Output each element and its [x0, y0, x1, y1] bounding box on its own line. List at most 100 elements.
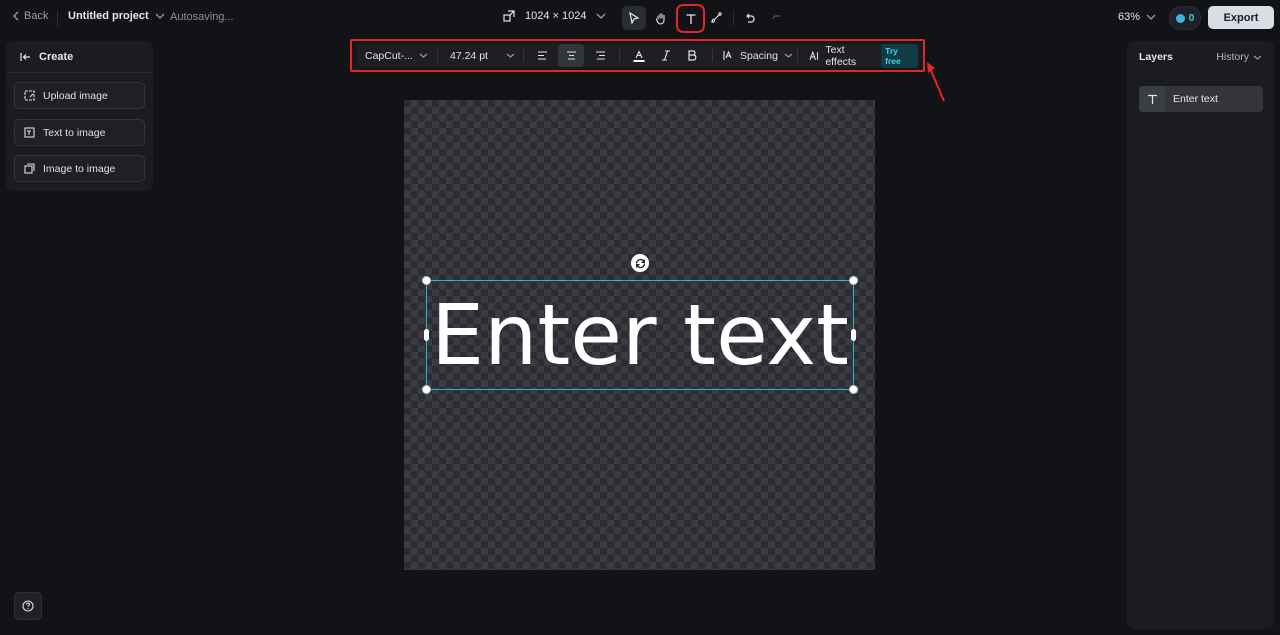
text-effects-label: Text effects — [825, 43, 857, 68]
hand-icon — [655, 12, 665, 25]
text-icon — [686, 13, 695, 24]
align-left-icon — [537, 51, 547, 60]
divider — [619, 49, 620, 62]
text-tool-button[interactable] — [676, 4, 705, 33]
resize-handle-right[interactable] — [851, 329, 856, 341]
redo-icon — [772, 15, 780, 20]
upload-image-icon — [24, 90, 35, 101]
canvas-size: 1024 × 1024 — [525, 10, 587, 22]
resize-handle-left[interactable] — [424, 329, 429, 341]
chevron-down-icon — [1146, 14, 1156, 20]
align-center-icon — [566, 51, 576, 60]
font-size-value: 47.24 pt — [450, 49, 488, 62]
text-toolbar-body: CapCut-... 47.24 pt Spacing Text effects… — [357, 43, 918, 68]
align-center-button[interactable] — [558, 44, 584, 67]
resize-handle-top-left[interactable] — [422, 276, 431, 285]
brush-icon — [711, 12, 722, 23]
credits-badge[interactable]: 0 — [1169, 6, 1201, 30]
annotation-arrow-icon — [927, 62, 945, 102]
back-button[interactable]: Back — [12, 10, 48, 22]
text-to-image-button[interactable]: Text to image — [14, 119, 145, 146]
redo-button[interactable] — [765, 6, 789, 30]
rotate-handle[interactable] — [631, 254, 649, 272]
text-layer-icon — [1139, 86, 1165, 112]
help-icon — [22, 600, 34, 612]
bold-icon — [688, 50, 697, 61]
create-panel-title: Create — [39, 50, 74, 63]
chevron-down-icon — [597, 13, 606, 19]
text-to-image-label: Text to image — [43, 126, 106, 139]
align-right-button[interactable] — [587, 44, 613, 67]
align-right-icon — [595, 51, 605, 60]
upload-image-button[interactable]: Upload image — [14, 82, 145, 109]
divider — [797, 49, 798, 62]
chevron-down-icon — [155, 13, 165, 19]
tab-history-label: History — [1216, 51, 1249, 63]
spacing-label: Spacing — [740, 49, 778, 62]
credits-count: 0 — [1188, 12, 1195, 24]
text-to-image-icon — [24, 127, 35, 138]
canvas-text-layer[interactable]: Enter text — [426, 282, 854, 388]
draw-tool-button[interactable] — [704, 6, 728, 30]
image-to-image-button[interactable]: Image to image — [14, 155, 145, 182]
upload-image-label: Upload image — [43, 89, 108, 102]
top-bar: Back Untitled project Autosaving... 1024… — [0, 0, 1280, 36]
canvas-size-dropdown[interactable]: 1024 × 1024 — [503, 10, 606, 22]
image-to-image-label: Image to image — [43, 162, 116, 175]
font-family-dropdown[interactable]: CapCut-... — [365, 44, 428, 67]
divider — [57, 10, 58, 26]
align-left-button[interactable] — [529, 44, 555, 67]
image-to-image-icon — [24, 163, 35, 174]
resize-icon — [503, 10, 515, 22]
export-button[interactable]: Export — [1208, 6, 1274, 29]
text-formatting-toolbar: CapCut-... 47.24 pt Spacing Text effects… — [350, 39, 925, 72]
spacing-icon — [723, 50, 732, 60]
zoom-level: 63% — [1118, 11, 1141, 23]
undo-button[interactable] — [738, 6, 762, 30]
resize-handle-bottom-right[interactable] — [849, 385, 858, 394]
ai-text-icon — [809, 50, 818, 60]
font-size-dropdown[interactable]: 47.24 pt — [450, 44, 515, 67]
divider — [523, 49, 524, 62]
layers-panel-header: Layers History — [1127, 41, 1274, 73]
layer-item[interactable]: Enter text — [1139, 86, 1263, 112]
italic-button[interactable] — [653, 44, 679, 67]
tab-history[interactable]: History — [1216, 51, 1262, 63]
layer-label: Enter text — [1173, 93, 1218, 105]
project-title: Untitled project — [68, 10, 149, 22]
spacing-dropdown[interactable]: Spacing — [723, 44, 793, 67]
text-effects-button[interactable]: Text effects Try free — [809, 43, 918, 68]
back-label: Back — [24, 10, 49, 22]
help-button[interactable] — [14, 592, 42, 620]
arrow-left-icon — [20, 52, 30, 61]
italic-icon — [662, 50, 670, 61]
chevron-left-icon — [13, 11, 19, 21]
create-panel-header[interactable]: Create — [6, 41, 153, 73]
chevron-down-icon — [506, 53, 515, 58]
chevron-down-icon — [784, 53, 793, 58]
cursor-icon — [629, 12, 640, 24]
divider — [437, 49, 438, 62]
resize-handle-bottom-left[interactable] — [422, 385, 431, 394]
tab-layers[interactable]: Layers — [1139, 51, 1173, 63]
create-panel: Create Upload image Text to image Image … — [6, 41, 153, 191]
project-title-dropdown[interactable]: Untitled project — [68, 10, 165, 22]
rotate-icon — [635, 258, 645, 268]
select-tool-button[interactable] — [622, 6, 646, 30]
autosave-status: Autosaving... — [170, 11, 234, 23]
zoom-dropdown[interactable]: 63% — [1118, 11, 1156, 23]
layers-panel: Layers History Enter text — [1127, 41, 1274, 629]
resize-handle-top-right[interactable] — [849, 276, 858, 285]
font-family-value: CapCut-... — [365, 49, 413, 62]
undo-icon — [746, 13, 755, 23]
try-free-badge: Try free — [881, 43, 918, 68]
chevron-down-icon — [1253, 55, 1262, 60]
bold-button[interactable] — [679, 44, 705, 67]
credit-icon — [1175, 13, 1185, 23]
divider — [733, 10, 734, 26]
hand-tool-button[interactable] — [649, 6, 673, 30]
text-color-button[interactable] — [626, 44, 652, 67]
divider — [712, 49, 713, 62]
chevron-down-icon — [419, 53, 428, 58]
text-color-icon — [633, 49, 645, 62]
